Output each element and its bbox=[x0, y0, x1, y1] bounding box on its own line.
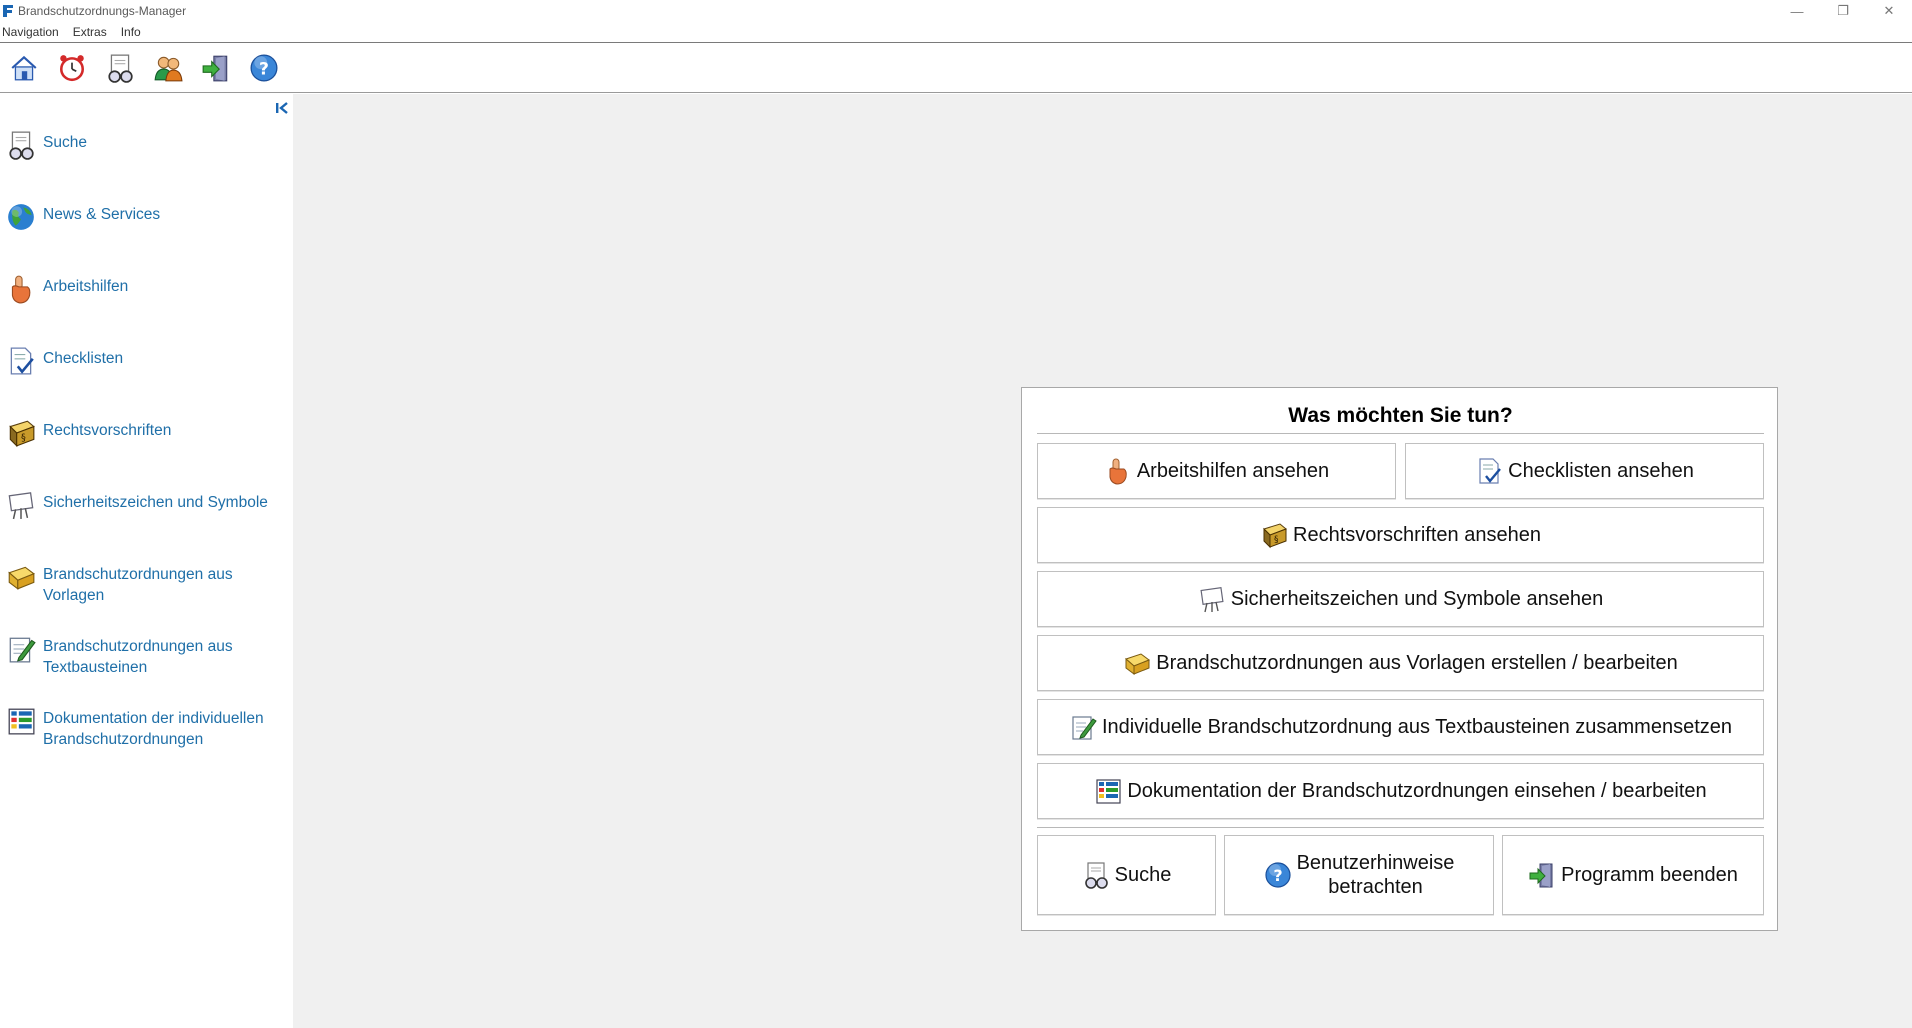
menu-bar: Navigation Extras Info bbox=[0, 22, 1912, 43]
collapse-sidebar-icon[interactable] bbox=[274, 100, 290, 116]
sidebar-item-dokumentation[interactable]: Dokumentation der individuellen Brandsch… bbox=[6, 706, 283, 750]
menu-extras[interactable]: Extras bbox=[73, 25, 107, 39]
button-label: Rechtsvorschriften ansehen bbox=[1293, 523, 1541, 546]
template-book-icon bbox=[8, 566, 35, 590]
button-label: Arbeitshilfen ansehen bbox=[1136, 459, 1330, 482]
rechtsvorschriften-button[interactable]: Rechtsvorschriften ansehen bbox=[1037, 507, 1764, 563]
dialog-title: Was möchten Sie tun? bbox=[1288, 404, 1513, 427]
help-icon bbox=[250, 54, 278, 82]
search-icon bbox=[1084, 862, 1108, 889]
vorlagen-button[interactable]: Brandschutzordnungen aus Vorlagen erstel… bbox=[1037, 635, 1764, 691]
benutzerhinweise-button[interactable]: Benutzerhinweise betrachten bbox=[1224, 835, 1494, 915]
edit-document-icon bbox=[1072, 716, 1097, 740]
minimize-button[interactable]: — bbox=[1774, 0, 1820, 22]
button-label: Brandschutzordnungen aus Vorlagen erstel… bbox=[1156, 651, 1678, 674]
toolbar bbox=[0, 44, 1912, 93]
search-icon bbox=[108, 54, 133, 83]
divider bbox=[1037, 827, 1764, 828]
home-icon bbox=[11, 56, 37, 81]
hand-icon bbox=[11, 275, 31, 304]
sidebar-item-rechtsvorschriften[interactable]: Rechtsvorschriften bbox=[6, 418, 171, 448]
exit-icon bbox=[1529, 863, 1553, 888]
divider bbox=[1037, 433, 1764, 434]
sidebar-item-news[interactable]: News & Services bbox=[6, 202, 160, 232]
sidebar: Suche News & Services Arbeitshilfen Chec… bbox=[0, 94, 293, 1028]
checklist-icon bbox=[10, 346, 35, 376]
textbausteine-button[interactable]: Individuelle Brandschutzordnung aus Text… bbox=[1037, 699, 1764, 755]
checklist-icon bbox=[1478, 457, 1502, 485]
exit-icon bbox=[202, 55, 228, 82]
sidebar-item-checklisten[interactable]: Checklisten bbox=[6, 346, 123, 376]
sidebar-item-sicherheitszeichen[interactable]: Sicherheitszeichen und Symbole bbox=[6, 490, 268, 520]
app-logo-icon bbox=[3, 5, 13, 17]
presentation-board-icon bbox=[8, 492, 34, 520]
button-label-line1: Benutzerhinweise bbox=[1296, 852, 1455, 874]
window-title: Brandschutzordnungs-Manager bbox=[18, 4, 187, 18]
title-bar: Brandschutzordnungs-Manager — ❐ ✕ bbox=[0, 0, 1912, 22]
documentation-grid-icon bbox=[1096, 779, 1121, 804]
sidebar-item-label: Dokumentation der individuellen Brandsch… bbox=[43, 710, 264, 748]
main-area: Was möchten Sie tun? Arbeitshilfen anseh… bbox=[293, 94, 1912, 1028]
restore-button[interactable]: ❐ bbox=[1820, 0, 1866, 22]
search-toolbar-button[interactable] bbox=[102, 50, 138, 86]
users-icon bbox=[154, 56, 183, 82]
globe-icon bbox=[8, 204, 34, 230]
button-label: Benutzerhinweise betrachten bbox=[1297, 851, 1455, 899]
menu-navigation[interactable]: Navigation bbox=[2, 25, 59, 39]
sidebar-item-arbeitshilfen[interactable]: Arbeitshilfen bbox=[6, 274, 128, 304]
edit-document-icon bbox=[9, 637, 36, 663]
presentation-board-icon bbox=[1200, 586, 1224, 613]
sidebar-item-label: News & Services bbox=[43, 206, 161, 223]
dokumentation-button[interactable]: Dokumentation der Brandschutzordnungen e… bbox=[1037, 763, 1764, 819]
sidebar-item-label: Suche bbox=[43, 134, 87, 151]
sidebar-item-textbausteine[interactable]: Brandschutzordnungen aus Textbausteinen bbox=[6, 634, 253, 678]
suche-button[interactable]: Suche bbox=[1037, 835, 1216, 915]
sidebar-item-label: Checklisten bbox=[43, 350, 124, 367]
law-book-icon bbox=[1263, 523, 1287, 548]
menu-info[interactable]: Info bbox=[121, 25, 141, 39]
sidebar-item-label: Sicherheitszeichen und Symbole bbox=[43, 494, 268, 511]
sidebar-item-label: Arbeitshilfen bbox=[43, 278, 129, 295]
sidebar-item-label: Rechtsvorschriften bbox=[43, 422, 172, 439]
button-label: Dokumentation der Brandschutzordnungen e… bbox=[1127, 779, 1707, 802]
action-dialog: Was möchten Sie tun? Arbeitshilfen anseh… bbox=[1021, 387, 1778, 931]
sidebar-item-label: Brandschutzordnungen aus Vorlagen bbox=[43, 566, 233, 604]
checklisten-button[interactable]: Checklisten ansehen bbox=[1405, 443, 1764, 499]
button-label: Programm beenden bbox=[1561, 863, 1738, 886]
documentation-grid-icon bbox=[8, 708, 35, 735]
button-label: Suche bbox=[1114, 863, 1172, 886]
sicherheitszeichen-button[interactable]: Sicherheitszeichen und Symbole ansehen bbox=[1037, 571, 1764, 627]
programm-beenden-button[interactable]: Programm beenden bbox=[1502, 835, 1764, 915]
button-label: Sicherheitszeichen und Symbole ansehen bbox=[1230, 587, 1604, 610]
hand-icon bbox=[1109, 458, 1127, 485]
alarm-clock-icon bbox=[58, 53, 86, 82]
alarm-button[interactable] bbox=[54, 50, 90, 86]
window-controls: — ❐ ✕ bbox=[1774, 0, 1912, 22]
close-button[interactable]: ✕ bbox=[1866, 0, 1912, 22]
law-book-icon bbox=[9, 420, 35, 447]
help-toolbar-button[interactable] bbox=[246, 50, 282, 86]
search-icon bbox=[9, 131, 34, 160]
sidebar-item-label: Brandschutzordnungen aus Textbausteinen bbox=[43, 638, 233, 676]
help-icon bbox=[1264, 862, 1291, 888]
arbeitshilfen-button[interactable]: Arbeitshilfen ansehen bbox=[1037, 443, 1396, 499]
exit-toolbar-button[interactable] bbox=[198, 50, 234, 86]
sidebar-item-suche[interactable]: Suche bbox=[6, 130, 87, 160]
sidebar-item-vorlagen[interactable]: Brandschutzordnungen aus Vorlagen bbox=[6, 562, 253, 606]
button-label: Checklisten ansehen bbox=[1508, 459, 1694, 482]
users-button[interactable] bbox=[150, 50, 186, 86]
home-button[interactable] bbox=[6, 50, 42, 86]
button-label: Individuelle Brandschutzordnung aus Text… bbox=[1101, 715, 1733, 738]
template-book-icon bbox=[1125, 653, 1150, 675]
button-label-line2: betrachten bbox=[1328, 876, 1423, 898]
